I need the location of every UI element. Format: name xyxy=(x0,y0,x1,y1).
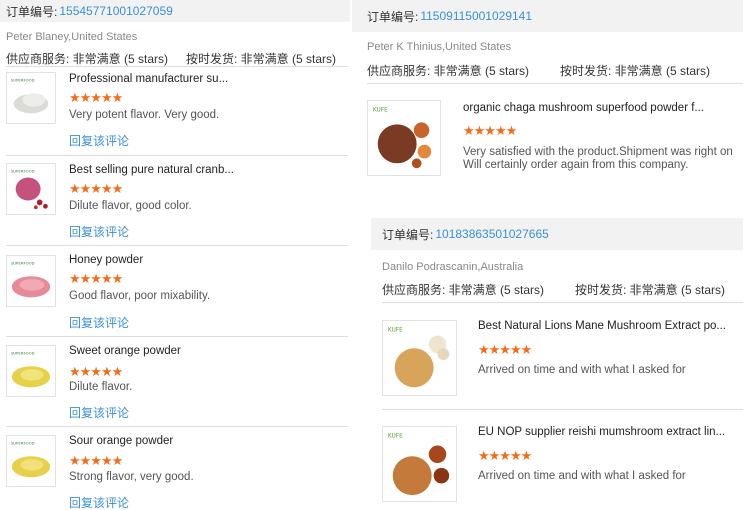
order-number-link[interactable]: 11509115001029141 xyxy=(420,9,532,23)
rating-stars: ★★★★★ xyxy=(478,448,532,463)
divider xyxy=(6,155,348,156)
rating-stars: ★★★★★ xyxy=(69,453,123,468)
review-comment: Dilute flavor, good color. xyxy=(69,200,192,212)
rating-stars: ★★★★★ xyxy=(69,271,123,286)
product-thumbnail[interactable]: SUPERFOOD xyxy=(6,255,56,307)
divider xyxy=(382,302,743,303)
left-review-panel: 订单编号: 15545771001027059 Peter Blaney,Uni… xyxy=(0,0,350,510)
service-rating: 供应商服务: 非常满意 (5 stars) xyxy=(6,52,169,66)
product-thumbnail[interactable]: KUFE xyxy=(382,426,457,502)
buyer-name: Peter Blaney,United States xyxy=(6,31,138,43)
svg-text:SUPERFOOD: SUPERFOOD xyxy=(11,169,35,174)
order-number-link[interactable]: 10183863501027665 xyxy=(435,227,548,241)
shipping-rating: 按时发货: 非常满意 (5 stars) xyxy=(186,52,337,66)
product-title-link[interactable]: Honey powder xyxy=(69,254,249,266)
product-thumbnail[interactable]: SUPERFOOD xyxy=(6,163,56,215)
service-rating: 供应商服务: 非常满意 (5 stars) xyxy=(382,283,545,297)
rating-stars: ★★★★★ xyxy=(69,90,123,105)
divider xyxy=(367,83,743,84)
review-comment-line2: Will certainly order again from this com… xyxy=(463,159,689,171)
rating-stars: ★★★★★ xyxy=(69,181,123,196)
top-right-review-panel: 订单编号: 11509115001029141 Peter K Thinius,… xyxy=(352,0,743,182)
product-title-link[interactable]: Professional manufacturer su... xyxy=(69,73,249,85)
product-thumbnail[interactable]: SUPERFOOD xyxy=(6,72,56,124)
reply-comment-link[interactable]: 回复该评论 xyxy=(69,223,129,240)
divider xyxy=(6,245,348,246)
service-rating: 供应商服务: 非常满意 (5 stars) xyxy=(367,64,530,78)
svg-text:SUPERFOOD: SUPERFOOD xyxy=(11,351,35,356)
review-comment: Good flavor, poor mixability. xyxy=(69,290,211,302)
ratings-row: 供应商服务: 非常满意 (5 stars) 按时发货: 非常满意 (5 star… xyxy=(6,50,350,67)
product-thumbnail[interactable]: SUPERFOOD xyxy=(6,435,56,487)
order-header: 订单编号: 10183863501027665 xyxy=(371,218,743,250)
review-comment: Strong flavor, very good. xyxy=(69,471,194,483)
divider xyxy=(6,66,348,67)
svg-text:SUPERFOOD: SUPERFOOD xyxy=(11,261,35,266)
order-label: 订单编号: xyxy=(382,227,434,242)
svg-text:KUFE: KUFE xyxy=(388,434,403,440)
ratings-row: 供应商服务: 非常满意 (5 stars) 按时发货: 非常满意 (5 star… xyxy=(382,281,743,298)
product-title-link[interactable]: Best selling pure natural cranb... xyxy=(69,164,249,176)
svg-text:SUPERFOOD: SUPERFOOD xyxy=(11,441,35,446)
order-label: 订单编号: xyxy=(367,9,419,24)
reply-comment-link[interactable]: 回复该评论 xyxy=(69,314,129,331)
product-thumbnail[interactable]: KUFE xyxy=(382,320,457,396)
ratings-row: 供应商服务: 非常满意 (5 stars) 按时发货: 非常满意 (5 star… xyxy=(367,62,743,79)
bottom-right-review-panel: 订单编号: 10183863501027665 Danilo Podrascan… xyxy=(371,218,743,510)
reply-comment-link[interactable]: 回复该评论 xyxy=(69,404,129,421)
reply-comment-link[interactable]: 回复该评论 xyxy=(69,494,129,510)
product-title-link[interactable]: organic chaga mushroom superfood powder … xyxy=(463,102,743,114)
reply-comment-link[interactable]: 回复该评论 xyxy=(69,132,129,149)
order-header: 订单编号: 15545771001027059 xyxy=(0,0,350,22)
rating-stars: ★★★★★ xyxy=(463,123,517,138)
review-comment: Very satisfied with the product.Shipment… xyxy=(463,146,733,158)
product-title-link[interactable]: EU NOP supplier reishi mumshroom extract… xyxy=(478,426,743,438)
shipping-rating: 按时发货: 非常满意 (5 stars) xyxy=(560,64,711,78)
order-header: 订单编号: 11509115001029141 xyxy=(352,0,743,32)
buyer-name: Peter K Thinius,United States xyxy=(367,41,512,53)
review-comment: Very potent flavor. Very good. xyxy=(69,109,220,121)
review-comment: Dilute flavor. xyxy=(69,381,133,393)
order-label: 订单编号: xyxy=(6,4,58,19)
svg-text:KUFE: KUFE xyxy=(388,328,403,334)
product-thumbnail[interactable]: SUPERFOOD xyxy=(6,345,56,397)
svg-text:SUPERFOOD: SUPERFOOD xyxy=(11,78,35,83)
review-comment: Arrived on time and with what I asked fo… xyxy=(478,364,686,376)
rating-stars: ★★★★★ xyxy=(478,342,532,357)
rating-stars: ★★★★★ xyxy=(69,364,123,379)
divider xyxy=(382,409,743,410)
order-number-link[interactable]: 15545771001027059 xyxy=(59,4,172,18)
svg-text:KUFE: KUFE xyxy=(373,108,388,114)
buyer-name: Danilo Podrascanin,Australia xyxy=(382,261,524,273)
divider xyxy=(6,336,348,337)
review-comment: Arrived on time and with what I asked fo… xyxy=(478,470,686,482)
divider xyxy=(6,426,348,427)
shipping-rating: 按时发货: 非常满意 (5 stars) xyxy=(575,283,726,297)
product-title-link[interactable]: Sweet orange powder xyxy=(69,345,249,357)
product-title-link[interactable]: Best Natural Lions Mane Mushroom Extract… xyxy=(478,320,743,332)
product-thumbnail[interactable]: KUFE xyxy=(367,100,441,176)
product-title-link[interactable]: Sour orange powder xyxy=(69,435,249,447)
